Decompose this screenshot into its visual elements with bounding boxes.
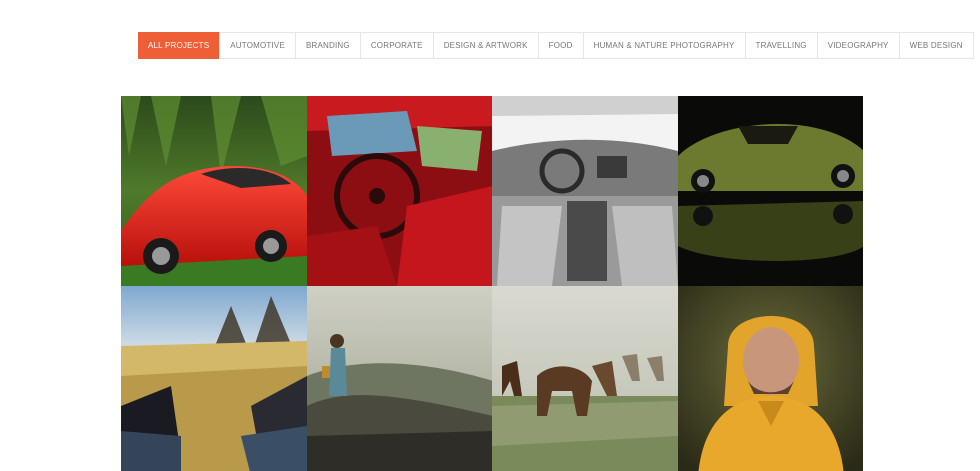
girl-on-rocks-image xyxy=(307,286,493,471)
filter-travelling[interactable]: TRAVELLING xyxy=(744,33,817,58)
portfolio-filter-bar: ALL PROJECTS AUTOMOTIVE BRANDING CORPORA… xyxy=(138,32,974,59)
portfolio-item-girl-on-rocks[interactable] xyxy=(307,286,493,471)
portfolio-grid xyxy=(121,96,863,471)
sneakers-field-image xyxy=(121,286,307,471)
filter-corporate[interactable]: CORPORATE xyxy=(359,33,433,58)
man-yellow-hoodie-image xyxy=(678,286,863,471)
portfolio-item-sneakers-field[interactable] xyxy=(121,286,307,471)
portfolio-item-green-muscle-car[interactable] xyxy=(678,96,863,286)
filter-branding[interactable]: BRANDING xyxy=(294,33,360,58)
portfolio-item-grey-car-interior[interactable] xyxy=(492,96,678,286)
filter-web-design[interactable]: WEB DESIGN xyxy=(898,33,973,58)
portfolio-item-man-yellow-hoodie[interactable] xyxy=(678,286,863,471)
portfolio-item-red-sports-car[interactable] xyxy=(121,96,307,286)
red-sports-car-image xyxy=(121,96,307,286)
filter-videography[interactable]: VIDEOGRAPHY xyxy=(816,33,899,58)
portfolio-item-horses-running[interactable] xyxy=(492,286,678,471)
filter-design-artwork[interactable]: DESIGN & ARTWORK xyxy=(432,33,538,58)
filter-food[interactable]: FOOD xyxy=(537,33,583,58)
horses-running-image xyxy=(492,286,678,471)
grey-car-interior-image xyxy=(492,96,678,286)
portfolio-page: ALL PROJECTS AUTOMOTIVE BRANDING CORPORA… xyxy=(0,0,980,471)
filter-all-projects[interactable]: ALL PROJECTS xyxy=(138,32,220,59)
filter-human-nature-photography[interactable]: HUMAN & NATURE PHOTOGRAPHY xyxy=(582,33,745,58)
portfolio-item-red-car-interior[interactable] xyxy=(307,96,493,286)
red-car-interior-image xyxy=(307,96,493,286)
green-muscle-car-image xyxy=(678,96,863,286)
filter-automotive[interactable]: AUTOMOTIVE xyxy=(219,33,295,58)
